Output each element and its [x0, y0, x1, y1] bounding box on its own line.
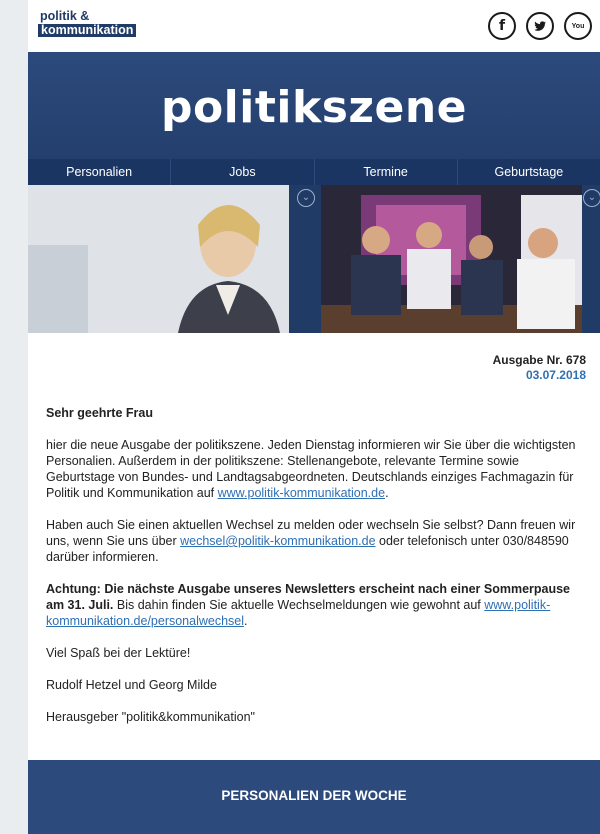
logo-line-2: kommunikation: [38, 24, 137, 37]
nav-item-termine[interactable]: Termine: [315, 159, 458, 185]
event-photo[interactable]: [321, 185, 582, 333]
nav-item-personalien[interactable]: Personalien: [28, 159, 172, 185]
facebook-icon[interactable]: f: [488, 12, 516, 40]
masthead-banner: politikszene: [28, 52, 600, 159]
portrait-photo[interactable]: [28, 185, 289, 333]
newsletter: politik & kommunikation f You politiksze…: [28, 0, 600, 834]
intro-end: .: [385, 486, 389, 500]
chevron-down-icon[interactable]: ⌄: [583, 189, 600, 207]
youtube-icon[interactable]: You: [564, 12, 592, 40]
twitter-icon[interactable]: [526, 12, 554, 40]
issue-date: 03.07.2018: [525, 368, 586, 382]
closing-line: Viel Spaß bei der Lektüre!: [46, 646, 191, 660]
section-title: PERSONALIEN DER WOCHE: [221, 788, 407, 803]
notice-text: Bis dahin finden Sie aktuelle Wechselmel…: [113, 598, 485, 612]
social-links: f You: [488, 12, 592, 40]
nav-item-geburtstage[interactable]: Geburtstage: [458, 159, 600, 185]
publisher-line: Herausgeber "politik&kommunikation": [46, 710, 255, 724]
email-link[interactable]: wechsel@politik-kommunikation.de: [180, 534, 375, 548]
portrait-illustration: [28, 185, 289, 333]
masthead-title: politikszene: [160, 82, 468, 133]
nav-item-jobs[interactable]: Jobs: [171, 159, 315, 185]
section-header: PERSONALIEN DER WOCHE: [28, 760, 600, 834]
newsletter-body: Ausgabe Nr. 678 03.07.2018 Sehr geehrte …: [28, 333, 600, 725]
greeting: Sehr geehrte Frau: [46, 406, 153, 420]
main-nav: Personalien Jobs Termine Geburtstage: [28, 159, 600, 185]
website-link[interactable]: www.politik-kommunikation.de: [218, 486, 385, 500]
photo-strip: ⌄ ⌄: [28, 185, 600, 333]
notice-paragraph: Achtung: Die nächste Ausgabe unseres New…: [46, 581, 586, 629]
chevron-down-icon[interactable]: ⌄: [297, 189, 315, 207]
event-illustration: [321, 185, 582, 333]
photo-divider: ⌄: [289, 185, 321, 333]
logo-line-1: politik &: [38, 9, 92, 23]
top-bar: politik & kommunikation f You: [28, 0, 600, 52]
issue-number: Ausgabe Nr. 678: [492, 353, 586, 367]
photo-divider-right: ⌄: [582, 185, 600, 333]
contact-paragraph: Haben auch Sie einen aktuellen Wechsel z…: [46, 517, 586, 565]
signature-names: Rudolf Hetzel und Georg Milde: [46, 678, 217, 692]
notice-end: .: [244, 614, 248, 628]
logo[interactable]: politik & kommunikation: [38, 9, 137, 37]
intro-paragraph: hier die neue Ausgabe der politikszene. …: [46, 437, 586, 501]
issue-info: Ausgabe Nr. 678 03.07.2018: [46, 353, 586, 383]
